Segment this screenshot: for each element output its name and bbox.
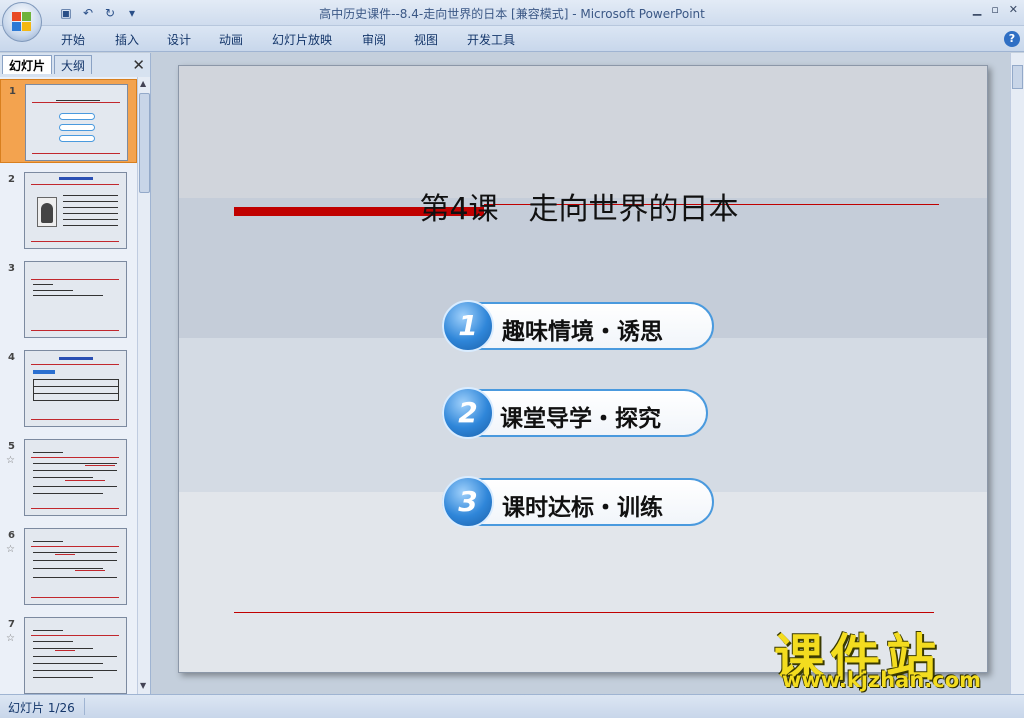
thumbnail-scrollbar[interactable]: ▲ ▼ (137, 77, 150, 694)
tab-view[interactable]: 视图 (414, 31, 438, 48)
thumbnail-row[interactable]: 6 ☆ (0, 524, 137, 608)
thumbnail-number: 5 (8, 441, 15, 452)
menu-item-label: 课堂导学・探究 (500, 406, 661, 432)
tab-slideshow[interactable]: 幻灯片放映 (272, 31, 332, 48)
slide-counter: 幻灯片 1/26 (8, 701, 75, 715)
status-bar: 幻灯片 1/26 (0, 694, 1024, 718)
scroll-down-icon[interactable]: ▼ (140, 681, 146, 690)
slide-thumbnail[interactable] (24, 261, 127, 338)
thumbnail-number: 7 (8, 619, 15, 630)
thumbnail-row[interactable]: 4 (0, 346, 137, 430)
close-panel-icon[interactable]: ✕ (132, 56, 145, 74)
menu-item-label: 课时达标・训练 (502, 495, 663, 521)
panel-tabs: 幻灯片 大纲 ✕ (2, 55, 149, 74)
menu-item-3[interactable]: 3 课时达标・训练 (442, 476, 714, 528)
tab-review[interactable]: 审阅 (362, 31, 386, 48)
thumbnail-number: 2 (8, 174, 15, 185)
menu-item-label: 趣味情境・诱思 (502, 319, 663, 345)
scrollbar-thumb[interactable] (139, 93, 150, 193)
slide-title[interactable]: 第4课 走向世界的日本 (359, 184, 799, 228)
slide-thumbnail[interactable] (24, 172, 127, 249)
thumbnail-number: 1 (9, 86, 16, 97)
slide-thumbnail[interactable] (25, 84, 128, 161)
thumbnail-row[interactable]: 1 (0, 79, 137, 163)
minimize-icon[interactable]: ▁ (973, 3, 981, 16)
animation-star-icon: ☆ (6, 455, 15, 466)
help-icon[interactable]: ? (1004, 31, 1020, 47)
thumbnail-list: 1 2 3 4 5 ☆ 6 ☆ 7 ☆ (0, 77, 137, 694)
thumbnail-number: 3 (8, 263, 15, 274)
thumbnail-number: 6 (8, 530, 15, 541)
number-badge-icon: 1 (442, 300, 494, 352)
slide-thumbnail[interactable] (24, 350, 127, 427)
title-bar: ▣ ↶ ↻ ▾ 高中历史课件--8.4-走向世界的日本 [兼容模式] - Mic… (0, 0, 1024, 26)
tab-slides[interactable]: 幻灯片 (2, 55, 53, 74)
footer-line (234, 612, 934, 613)
menu-item-2[interactable]: 2 课堂导学・探究 (442, 387, 708, 439)
close-window-icon[interactable]: ✕ (1009, 3, 1018, 16)
tab-developer[interactable]: 开发工具 (467, 31, 515, 48)
office-button[interactable] (2, 2, 42, 42)
slides-panel: 幻灯片 大纲 ✕ 1 2 3 4 5 ☆ 6 ☆ 7 ☆ ▲ ▼ (0, 53, 151, 694)
animation-star-icon: ☆ (6, 633, 15, 644)
tab-design[interactable]: 设计 (167, 31, 191, 48)
tab-insert[interactable]: 插入 (115, 31, 139, 48)
ribbon-tabs: 开始 插入 设计 动画 幻灯片放映 审阅 视图 开发工具 ? (0, 26, 1024, 52)
thumbnail-row[interactable]: 2 (0, 168, 137, 252)
window-controls: ▁ ▫ ✕ (973, 3, 1018, 16)
number-badge-icon: 2 (442, 387, 494, 439)
scrollbar-thumb[interactable] (1012, 65, 1023, 89)
slide-scrollbar[interactable] (1010, 53, 1024, 694)
slide-thumbnail[interactable] (24, 617, 127, 694)
watermark-logo: 课件站 www.kjzhan.com (774, 618, 1010, 692)
office-logo-icon (12, 12, 32, 32)
number-badge-icon: 3 (442, 476, 494, 528)
watermark-url: www.kjzhan.com (782, 668, 982, 692)
thumbnail-row[interactable]: 3 (0, 257, 137, 341)
status-divider (84, 698, 85, 715)
menu-item-1[interactable]: 1 趣味情境・诱思 (442, 300, 714, 352)
thumbnail-row[interactable]: 5 ☆ (0, 435, 137, 519)
thumbnail-row[interactable]: 7 ☆ (0, 613, 137, 694)
animation-star-icon: ☆ (6, 544, 15, 555)
tab-home[interactable]: 开始 (61, 31, 85, 48)
thumbnail-number: 4 (8, 352, 15, 363)
maximize-icon[interactable]: ▫ (991, 3, 998, 16)
slide-thumbnail[interactable] (24, 439, 127, 516)
tab-outline[interactable]: 大纲 (54, 55, 93, 74)
tab-animations[interactable]: 动画 (219, 31, 243, 48)
window-title: 高中历史课件--8.4-走向世界的日本 [兼容模式] - Microsoft P… (319, 7, 705, 21)
slide-editor: 第4课 走向世界的日本 1 趣味情境・诱思 2 课堂导学・探究 3 课时达标・训… (152, 53, 1024, 694)
scroll-up-icon[interactable]: ▲ (140, 79, 146, 88)
slide-thumbnail[interactable] (24, 528, 127, 605)
current-slide[interactable]: 第4课 走向世界的日本 1 趣味情境・诱思 2 课堂导学・探究 3 课时达标・训… (178, 65, 988, 673)
